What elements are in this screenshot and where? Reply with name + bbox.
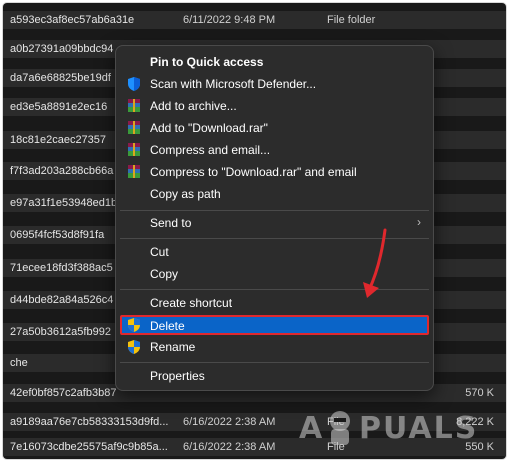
file-name: a9189aa76e7cb58333153d9fd... (10, 416, 169, 428)
file-name: che (10, 357, 28, 369)
menu-item-label: Copy as path (150, 187, 221, 201)
menu-item-label: Cut (150, 245, 169, 259)
menu-separator (120, 210, 429, 211)
file-name: a0b27391a09bbdc94 (10, 43, 114, 55)
file-name: 71ecee18fd3f388ac5 (10, 262, 113, 274)
mascot-logo (330, 411, 350, 445)
menu-item-label: Add to archive... (150, 99, 237, 113)
file-name: e97a31f1e53948ed1b (10, 197, 118, 209)
menu-item-rename[interactable]: Rename (120, 337, 429, 357)
file-name: 0695f4fcf53d8f91fa (10, 229, 105, 241)
file-size: 570 K (465, 387, 494, 399)
menu-item-label: Delete (150, 319, 185, 333)
file-type: File folder (327, 14, 376, 26)
menu-item-add-to-download-rar[interactable]: Add to "Download.rar" (120, 118, 429, 138)
uac-shield-icon (128, 318, 140, 332)
context-menu: Pin to Quick access Scan with Microsoft … (115, 45, 434, 391)
annotation-arrow (363, 228, 387, 298)
menu-separator (120, 362, 429, 363)
menu-item-label: Add to "Download.rar" (150, 121, 268, 135)
file-name: f7f3ad203a288cb66a (10, 165, 114, 177)
winrar-icon (128, 99, 140, 112)
defender-shield-icon (128, 77, 140, 91)
file-date: 6/16/2022 2:38 AM (183, 441, 276, 453)
menu-item-compress-to-download-rar-and-email[interactable]: Compress to "Download.rar" and email (120, 162, 429, 182)
file-name: 42ef0bf857c2afb3b87 (10, 387, 117, 399)
menu-item-label: Copy (150, 267, 179, 281)
file-date: 6/11/2022 9:48 PM (183, 14, 276, 26)
menu-item-compress-and-email[interactable]: Compress and email... (120, 140, 429, 160)
menu-item-label: Rename (150, 340, 196, 354)
watermark-letter-a: A (299, 411, 325, 446)
menu-item-label: Send to (150, 216, 192, 230)
menu-item-delete[interactable]: Delete (120, 315, 429, 335)
file-date: 6/16/2022 2:38 AM (183, 416, 276, 428)
winrar-icon (128, 143, 140, 156)
file-row[interactable]: a593ec3af8ec57ab6a31e 6/11/2022 9:48 PM … (3, 11, 506, 29)
winrar-icon (128, 121, 140, 134)
menu-item-pin-to-quick-access[interactable]: Pin to Quick access (120, 52, 429, 72)
menu-item-scan-defender[interactable]: Scan with Microsoft Defender... (120, 74, 429, 94)
file-name: a593ec3af8ec57ab6a31e (10, 14, 135, 26)
menu-item-properties[interactable]: Properties (120, 366, 429, 386)
uac-shield-icon (128, 340, 140, 354)
menu-item-label: Scan with Microsoft Defender... (150, 77, 317, 91)
file-name: 27a50b3612a5fb992 (10, 326, 111, 338)
menu-item-label: Properties (150, 369, 205, 383)
menu-item-label: Compress and email... (150, 143, 271, 157)
menu-item-label: Pin to Quick access (150, 55, 264, 69)
file-name: 18c81e2caec27357 (10, 134, 107, 146)
watermark-letters: PUALS (359, 411, 479, 446)
menu-item-label: Create shortcut (150, 296, 233, 310)
menu-item-copy-as-path[interactable]: Copy as path (120, 184, 429, 204)
appuals-watermark: A PUALS (299, 407, 504, 451)
file-name: d44bde82a84a526c4 (10, 294, 114, 306)
chevron-right-icon: › (417, 215, 421, 229)
menu-item-label: Compress to "Download.rar" and email (150, 165, 357, 179)
winrar-icon (128, 165, 140, 178)
file-name: ed3e5a8891e2ec16 (10, 101, 108, 113)
menu-item-add-to-archive[interactable]: Add to archive... (120, 96, 429, 116)
file-name: 7e16073cdbe25575af9c9b85a... (10, 441, 168, 453)
file-name: da7a6e68825be19df (10, 72, 111, 84)
